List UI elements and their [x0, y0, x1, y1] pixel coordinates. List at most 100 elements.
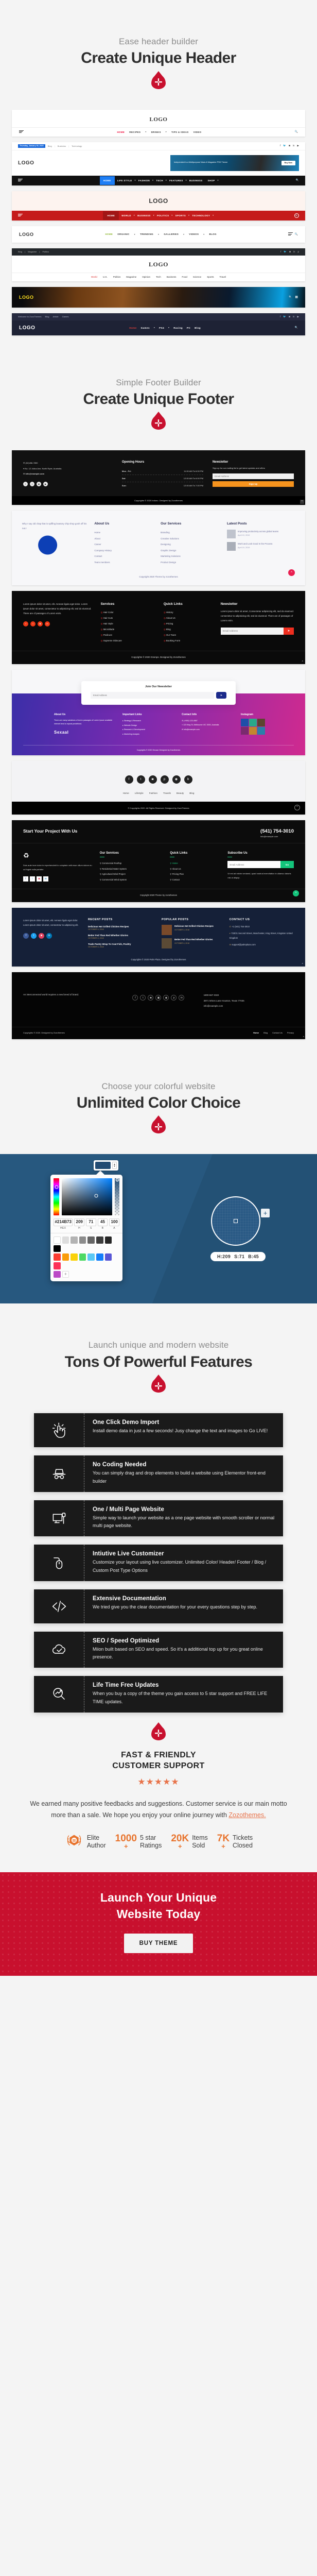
latest-post-item[interactable]: Improving productivity across global tea…	[226, 530, 295, 539]
footer-link[interactable]: Fashion	[149, 792, 157, 794]
nav-item[interactable]: FEATURES	[167, 179, 186, 182]
send-button[interactable]: ➤	[284, 627, 294, 635]
signup-button[interactable]: Sign Up	[212, 481, 294, 487]
search-icon[interactable]: 🔍	[296, 179, 299, 182]
nav-item[interactable]: BUSINESS	[187, 179, 205, 182]
topbar-link[interactable]: Magazine	[28, 250, 37, 253]
nav-item[interactable]: ORGANIC	[117, 233, 130, 235]
alpha-knob[interactable]	[115, 1178, 119, 1182]
nav-item[interactable]: Tech	[156, 276, 161, 278]
nav-item[interactable]: Games	[141, 327, 150, 329]
footer-link[interactable]: ◎ Pedicure	[101, 632, 156, 638]
color-picker-panel[interactable]: #214B73 HEX 209 H 71 S 45 B 100 A +	[50, 1171, 122, 1282]
nav-item[interactable]: Politics	[113, 276, 121, 278]
swatch[interactable]	[62, 1253, 69, 1261]
footer-mockup-project[interactable]: Start Your Project With Us (541) 754-301…	[12, 820, 305, 903]
footer-link[interactable]: Graphic Design	[161, 548, 220, 553]
footer-link[interactable]: Branding	[161, 530, 220, 535]
search-icon[interactable]: 🔍	[295, 233, 298, 236]
nav-item[interactable]: GALLERIES	[164, 233, 179, 235]
wheel-marker[interactable]	[234, 1219, 238, 1224]
footer-link[interactable]: ▸ Research & Development	[122, 727, 175, 732]
header-mockup-1[interactable]: LOGO HOME RECIPES ▾ DRINKS ▾ TIPS & IDEAS …	[12, 109, 305, 137]
feature-card[interactable]: Extensive Documentation We tried give yo…	[34, 1589, 283, 1623]
email-input[interactable]	[220, 627, 284, 635]
brightness-value[interactable]: 45	[97, 1218, 108, 1227]
alpha-value[interactable]: 100	[109, 1218, 119, 1227]
nav-item[interactable]: POLITICS	[154, 214, 171, 217]
nav-item[interactable]: Magazine	[126, 276, 136, 278]
recent-swatch[interactable]	[54, 1270, 61, 1278]
feature-card[interactable]: Intiutive Live Customizer Customize your…	[34, 1545, 283, 1581]
footer-link[interactable]: Company History	[94, 548, 153, 553]
instagram-grid[interactable]	[241, 719, 294, 735]
footer-link[interactable]: ◎ Blog	[164, 626, 214, 632]
post-title[interactable]: Better Fed Than Red Whether Glories	[174, 938, 213, 942]
footer-link[interactable]: Travels	[163, 792, 171, 794]
footer-link[interactable]: Contact Us	[272, 1031, 283, 1034]
footer-mockup-light-columns[interactable]: Why I say old chap that is spiffing lava…	[12, 511, 305, 586]
nav-item[interactable]: Business	[167, 276, 177, 278]
post-title[interactable]: Improving productivity across global tea…	[238, 530, 278, 533]
footer-link[interactable]: ◎ About Us	[164, 615, 214, 621]
footer-mockup-dark-services[interactable]: Lorem ipsum dolor sit amet, elit. Aenean…	[12, 591, 305, 665]
footer-link[interactable]: ⚲ About Us	[170, 867, 220, 872]
hamburger-icon[interactable]	[19, 130, 24, 134]
buy-theme-button[interactable]: BUY THEME	[124, 1933, 193, 1953]
footer-link[interactable]: ⚲ Pricing Plan	[170, 872, 220, 877]
footer-link[interactable]: ◎ Hair Cuts	[101, 615, 156, 621]
hue-value[interactable]: 209	[74, 1218, 85, 1227]
feature-card[interactable]: SEO / Speed Optimized Miion built based …	[34, 1631, 283, 1668]
swatch[interactable]	[79, 1236, 86, 1244]
footer-link[interactable]: ◎ Hair Color	[101, 609, 156, 615]
footer-mockup-navy[interactable]: Lorem ipsum dolor sit amet, elit. Aenean…	[12, 908, 305, 967]
footer-link[interactable]: Beauty	[177, 792, 184, 794]
swatch[interactable]	[104, 1236, 112, 1244]
nav-item[interactable]: BUSINESS	[135, 214, 153, 217]
swatch[interactable]	[96, 1253, 103, 1261]
grid-menu-icon[interactable]: ▦	[295, 295, 298, 299]
footer-link[interactable]: ⚲ Commercial Rooftop	[100, 861, 163, 867]
footer-link[interactable]: Home	[123, 792, 129, 794]
swatch[interactable]	[54, 1253, 61, 1261]
footer-link[interactable]: Creative Solutions	[161, 536, 220, 541]
topbar-link[interactable]: Games	[62, 315, 69, 318]
feature-card[interactable]: One Click Demo Import Install demo data …	[34, 1413, 283, 1448]
nav-item[interactable]: Blog	[195, 327, 201, 329]
alpha-slider[interactable]	[115, 1178, 119, 1216]
swatch[interactable]	[79, 1253, 86, 1261]
footer-link[interactable]: ⚲ Commercial Wind System	[100, 877, 163, 883]
topbar-link[interactable]: Blog	[48, 145, 52, 147]
swatch[interactable]	[54, 1262, 61, 1269]
hamburger-icon[interactable]	[288, 232, 293, 236]
swatch[interactable]	[87, 1236, 95, 1244]
footer-link[interactable]: ⚲ Contact	[170, 877, 220, 883]
back-to-top-button[interactable]: ^	[302, 660, 303, 664]
nav-item-active[interactable]: Home	[129, 327, 136, 329]
brightness-field[interactable]: 45 B	[97, 1218, 108, 1230]
hamburger-icon[interactable]	[18, 178, 23, 182]
hue-field[interactable]: 209 H	[74, 1218, 85, 1230]
footer-link[interactable]: Lifestyle	[135, 792, 144, 794]
nav-item[interactable]: TECHNOLOGY	[189, 214, 213, 217]
swatch[interactable]	[96, 1236, 103, 1244]
social-icons[interactable]: f t ◙ in	[23, 933, 82, 939]
footer-link[interactable]: Home	[94, 530, 153, 535]
nav-item[interactable]: VIDEOS	[189, 233, 199, 235]
swatch[interactable]	[54, 1245, 61, 1252]
nav-item[interactable]: Travel	[220, 276, 226, 278]
add-color-button[interactable]: +	[261, 1209, 270, 1218]
footer-link[interactable]: Designing	[161, 541, 220, 547]
footer-link[interactable]: Career	[94, 541, 153, 547]
back-to-top-button[interactable]: ^	[302, 963, 303, 966]
popular-post-item[interactable]: Better Fed Than Red Whether Glories OCTOB…	[162, 938, 223, 949]
nav-item[interactable]: TECH	[153, 179, 166, 182]
social-icons[interactable]: f t ◙ in	[23, 621, 94, 626]
swatch[interactable]	[87, 1253, 95, 1261]
back-to-top-button[interactable]: ^	[293, 890, 299, 897]
nav-item[interactable]: HOME	[117, 131, 125, 133]
alpha-field[interactable]: 100 A	[109, 1218, 119, 1230]
back-to-top-button[interactable]: ^	[294, 804, 300, 810]
nav-item[interactable]: DRINKS	[151, 131, 161, 133]
topbar-link[interactable]: Technology	[72, 145, 82, 147]
